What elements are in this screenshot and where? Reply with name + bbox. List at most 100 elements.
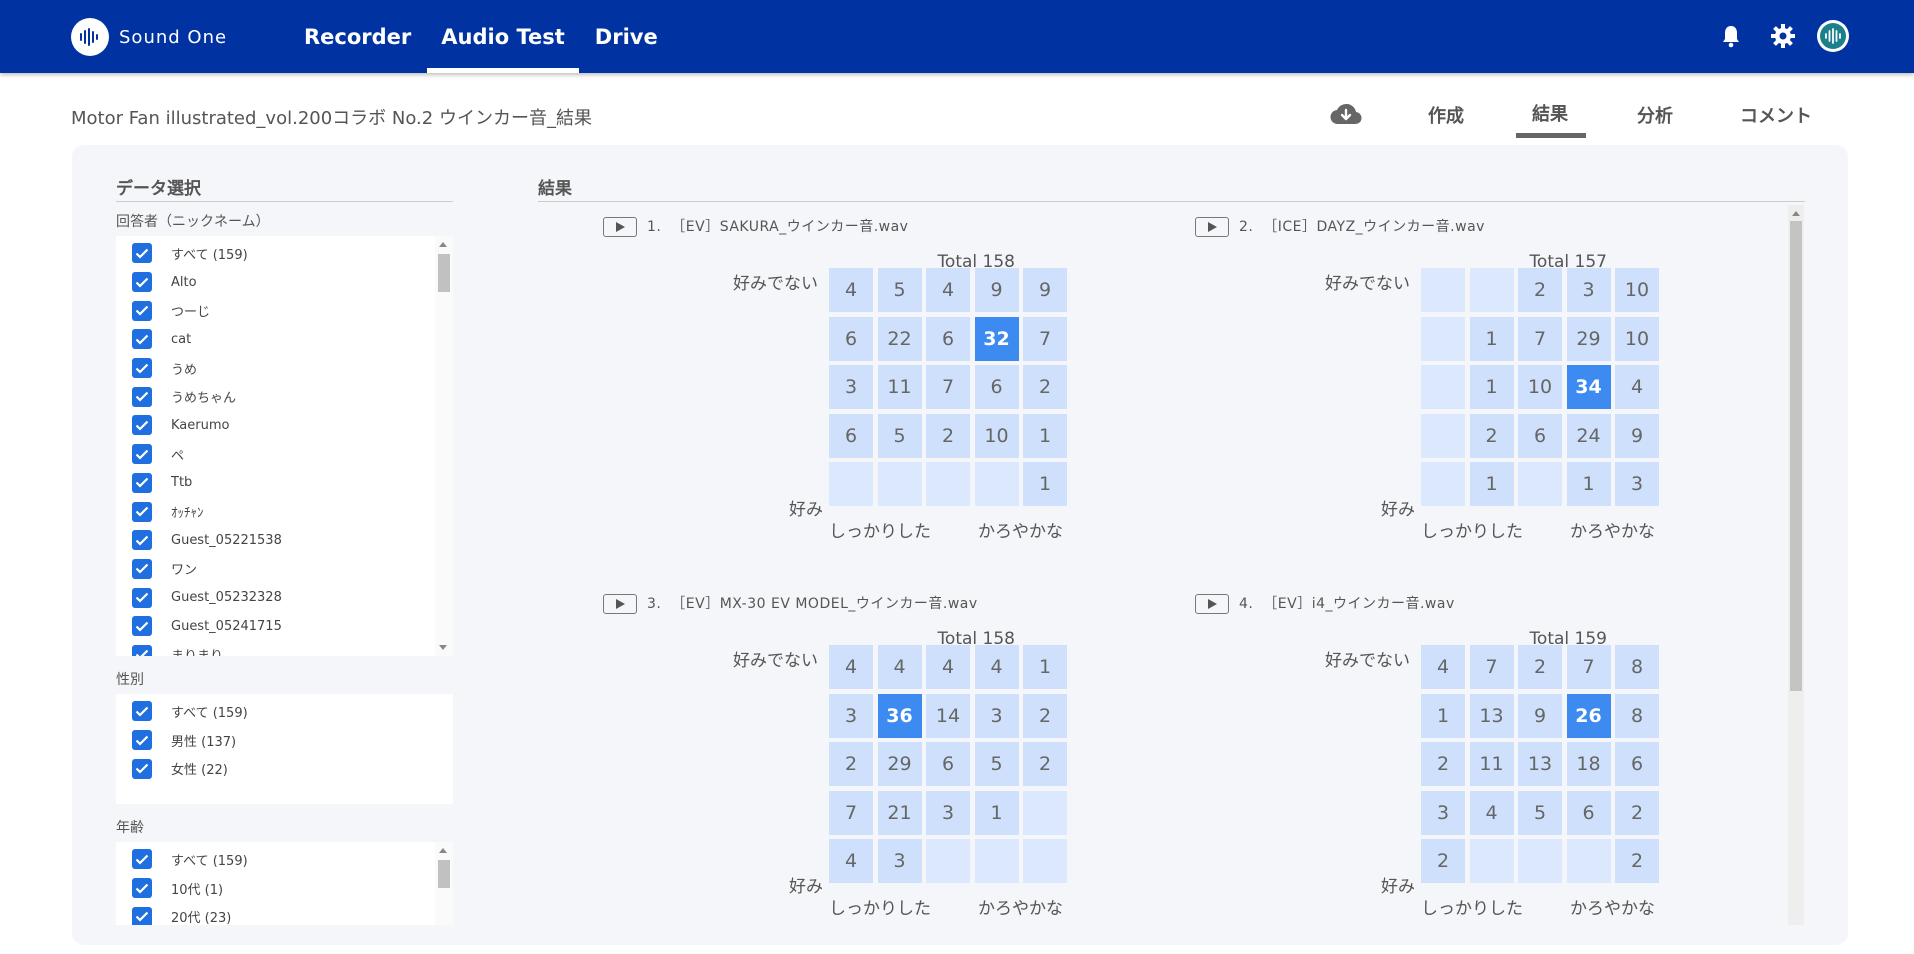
heatmap-cell (1421, 268, 1465, 312)
checkbox-checked-icon[interactable] (132, 644, 152, 656)
play-icon[interactable] (1195, 594, 1229, 614)
bell-icon[interactable] (1721, 24, 1741, 52)
brand-logo[interactable]: Sound One (71, 18, 227, 56)
heatmap-cell: 2 (829, 742, 873, 786)
age-scrollbar[interactable] (435, 842, 453, 925)
results-scrollbar[interactable] (1788, 205, 1804, 925)
heatmap-cell: 9 (974, 268, 1019, 312)
heatmap-cell (1469, 839, 1514, 883)
heatmap-cell: 6 (926, 742, 970, 786)
heatmap-cell (1566, 839, 1611, 883)
respondent-option[interactable]: Guest_05232328 (116, 583, 453, 612)
checkbox-checked-icon[interactable] (132, 616, 152, 637)
tab-analysis[interactable]: 分析 (1637, 102, 1673, 128)
heatmap-cell: 13 (1518, 742, 1562, 786)
checkbox-checked-icon[interactable] (132, 329, 152, 350)
checkbox-checked-icon[interactable] (132, 878, 152, 899)
heatmap-cell: 6 (829, 316, 873, 361)
checkbox-checked-icon[interactable] (132, 758, 152, 779)
heatmap-cell: 4 (877, 645, 922, 689)
avatar[interactable] (1816, 19, 1850, 57)
play-icon[interactable] (1195, 217, 1229, 237)
heatmap-cell: 4 (974, 645, 1019, 689)
age-option[interactable]: すべて (159) (116, 845, 453, 874)
heatmap-cell: 1 (1469, 316, 1514, 361)
checkbox-checked-icon[interactable] (132, 444, 152, 465)
play-icon[interactable] (603, 594, 637, 614)
respondent-option[interactable]: ペ (116, 440, 453, 469)
checkbox-checked-icon[interactable] (132, 300, 152, 321)
respondent-option[interactable]: まりまり (116, 641, 453, 656)
result-card-title: 4. ［EV］i4_ウインカー音.wav (1239, 596, 1455, 612)
respondent-option[interactable]: すべて (159) (116, 239, 453, 268)
respondents-list[interactable]: すべて (159) Alto つーじ cat うめ うめちゃん Kaerumo ペ Ttb ｵｯﾁ… (116, 236, 453, 656)
checkbox-checked-icon[interactable] (132, 272, 152, 293)
nav-audio-test[interactable]: Audio Test (427, 0, 579, 73)
result-heatmap: 4 7 2 7 8 1 13 9 26 8 2 11 13 18 6 3 4 5 6 2 2 2 (1421, 645, 1659, 883)
respondent-option-label: ワン (171, 563, 198, 579)
respondent-option[interactable]: うめ (116, 354, 453, 383)
nav-drive[interactable]: Drive (581, 0, 672, 73)
nav-recorder[interactable]: Recorder (290, 0, 425, 73)
gender-option[interactable]: 男性 (137) (116, 726, 453, 755)
heatmap-cell: 9 (1023, 268, 1067, 312)
gender-option[interactable]: すべて (159) (116, 697, 453, 726)
respondent-option[interactable]: うめちゃん (116, 382, 453, 411)
gender-list[interactable]: すべて (159) 男性 (137) 女性 (22) (116, 694, 453, 804)
respondents-scrollbar[interactable] (435, 236, 453, 656)
tab-results[interactable]: 結果 (1532, 100, 1568, 126)
tab-comment[interactable]: コメント (1740, 102, 1812, 128)
top-navigation-bar: Sound One Recorder Audio Test Drive (0, 0, 1914, 73)
heatmap-cell: 3 (1615, 462, 1659, 506)
heatmap-cell: 2 (1023, 742, 1067, 786)
respondent-option[interactable]: Alto (116, 268, 453, 297)
checkbox-checked-icon[interactable] (132, 386, 152, 407)
heatmap-cell: 10 (974, 413, 1019, 458)
respondent-option[interactable]: Kaerumo (116, 411, 453, 440)
respondent-option[interactable]: cat (116, 325, 453, 354)
heatmap-cell: 4 (829, 268, 873, 312)
checkbox-checked-icon[interactable] (132, 358, 152, 379)
heatmap-cell: 4 (926, 645, 970, 689)
respondent-option[interactable]: Ttb (116, 469, 453, 498)
x-axis-left-label: しっかりした (1421, 899, 1523, 919)
result-heatmap: 2 3 10 1 7 29 10 1 10 34 4 2 6 24 9 1 1 3 (1421, 268, 1659, 506)
cloud-download-icon[interactable] (1329, 102, 1363, 130)
checkbox-checked-icon[interactable] (132, 472, 152, 493)
age-option[interactable]: 10代 (1) (116, 874, 453, 903)
play-icon[interactable] (603, 217, 637, 237)
checkbox-checked-icon[interactable] (132, 530, 152, 551)
checkbox-checked-icon[interactable] (132, 906, 152, 925)
respondent-option[interactable]: Guest_05221538 (116, 526, 453, 555)
heatmap-cell: 3 (1421, 790, 1465, 835)
gender-option[interactable]: 女性 (22) (116, 754, 453, 783)
y-axis-top-label: 好みでない (733, 651, 818, 671)
age-list[interactable]: すべて (159) 10代 (1) 20代 (23) (116, 842, 453, 925)
checkbox-checked-icon[interactable] (132, 849, 152, 870)
heatmap-cell: 8 (1615, 645, 1659, 689)
gear-icon[interactable] (1770, 23, 1796, 53)
heatmap-cell: 7 (1469, 645, 1514, 689)
heatmap-cell: 32 (974, 316, 1019, 361)
age-option[interactable]: 20代 (23) (116, 902, 453, 925)
checkbox-checked-icon[interactable] (132, 558, 152, 579)
checkbox-checked-icon[interactable] (132, 501, 152, 522)
checkbox-checked-icon[interactable] (132, 415, 152, 436)
heatmap-cell: 5 (877, 268, 922, 312)
heatmap-cell: 1 (1566, 462, 1611, 506)
checkbox-checked-icon[interactable] (132, 701, 152, 722)
heatmap-cell: 13 (1469, 693, 1514, 738)
checkbox-checked-icon[interactable] (132, 243, 152, 264)
result-heatmap: 4 5 4 9 9 6 22 6 32 7 3 11 7 6 2 6 5 2 10 1 1 (829, 268, 1067, 506)
checkbox-checked-icon[interactable] (132, 730, 152, 751)
tab-create[interactable]: 作成 (1428, 102, 1464, 128)
heatmap-cell: 26 (1566, 693, 1611, 738)
respondent-option[interactable]: つーじ (116, 296, 453, 325)
respondent-option[interactable]: Guest_05241715 (116, 612, 453, 641)
gender-option-label: すべて (159) (171, 705, 248, 721)
checkbox-checked-icon[interactable] (132, 587, 152, 608)
respondent-option-label: Guest_05232328 (171, 590, 282, 606)
respondent-option[interactable]: ｵｯﾁｬﾝ (116, 497, 453, 526)
respondent-option[interactable]: ワン (116, 555, 453, 584)
heatmap-cell: 4 (926, 268, 970, 312)
